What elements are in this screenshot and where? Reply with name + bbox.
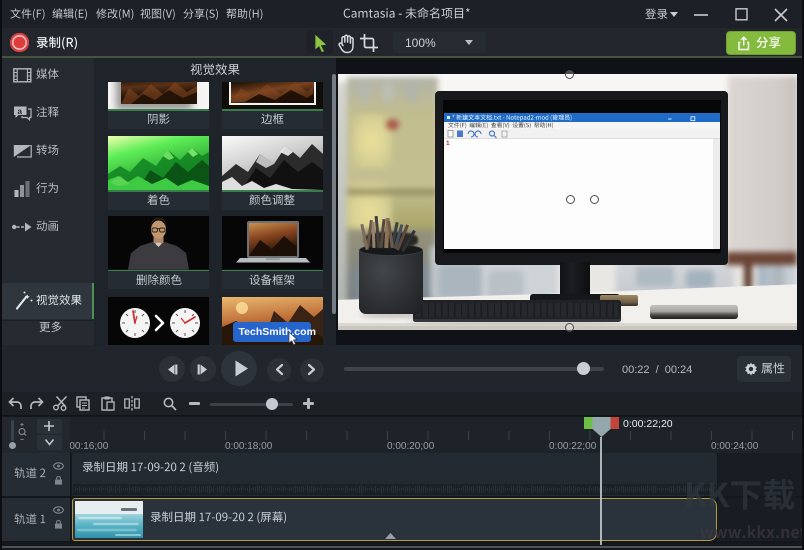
svg-text:a: a (18, 107, 23, 116)
